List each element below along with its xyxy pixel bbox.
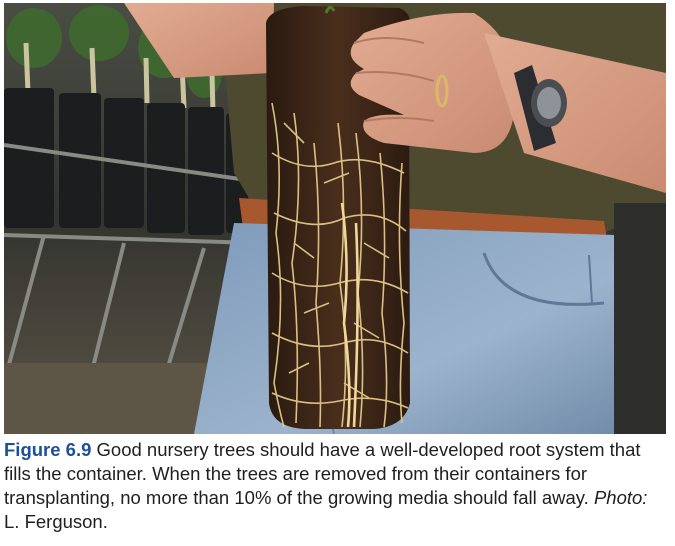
figure-label: Figure 6.9 [4,439,92,460]
figure-caption: Figure 6.9 Good nursery trees should hav… [4,438,668,534]
photo-prefix: Photo: [593,487,648,508]
caption-text: Good nursery trees should have a well-de… [4,439,641,508]
root-ball-photo [4,3,666,434]
photo-credit: L. Ferguson. [4,511,108,532]
